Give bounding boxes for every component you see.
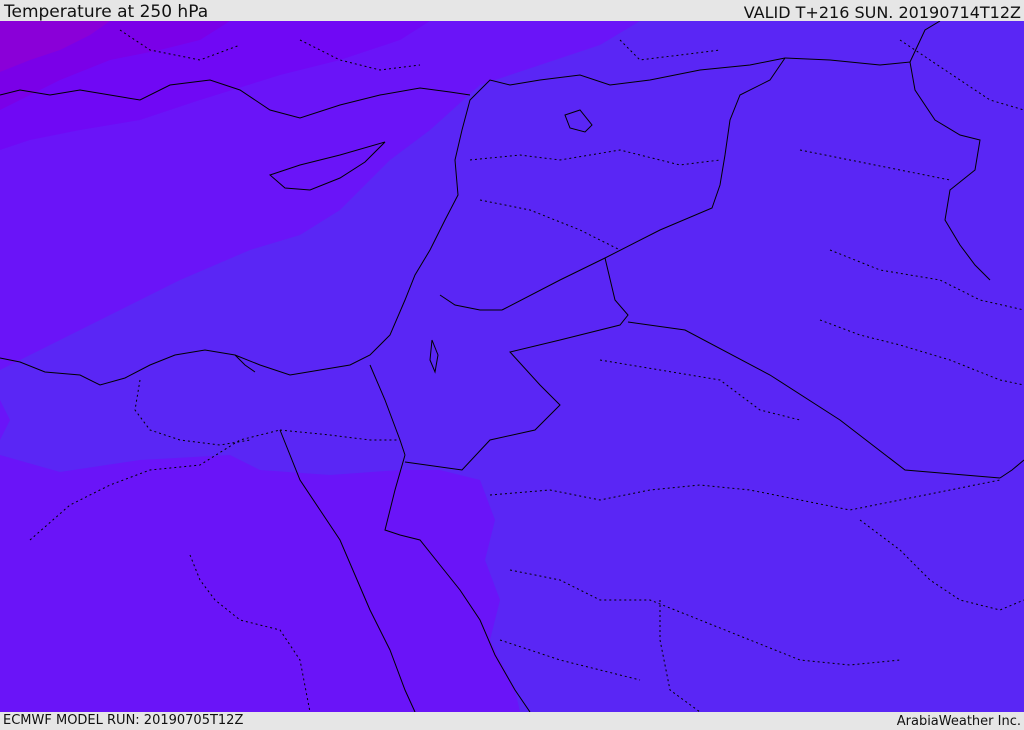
footer-bar: ECMWF MODEL RUN: 20190705T12Z ArabiaWeat… — [0, 712, 1024, 729]
map-canvas — [0, 21, 1024, 712]
map-title: Temperature at 250 hPa — [4, 2, 209, 22]
valid-time: VALID T+216 SUN. 20190714T12Z — [743, 3, 1021, 22]
header-bar: Temperature at 250 hPa VALID T+216 SUN. … — [0, 0, 1024, 22]
model-run: ECMWF MODEL RUN: 20190705T12Z — [3, 713, 244, 728]
weather-map[interactable] — [0, 21, 1024, 712]
temperature-band-south — [0, 455, 520, 712]
credit-label: ArabiaWeather Inc. — [896, 714, 1021, 729]
